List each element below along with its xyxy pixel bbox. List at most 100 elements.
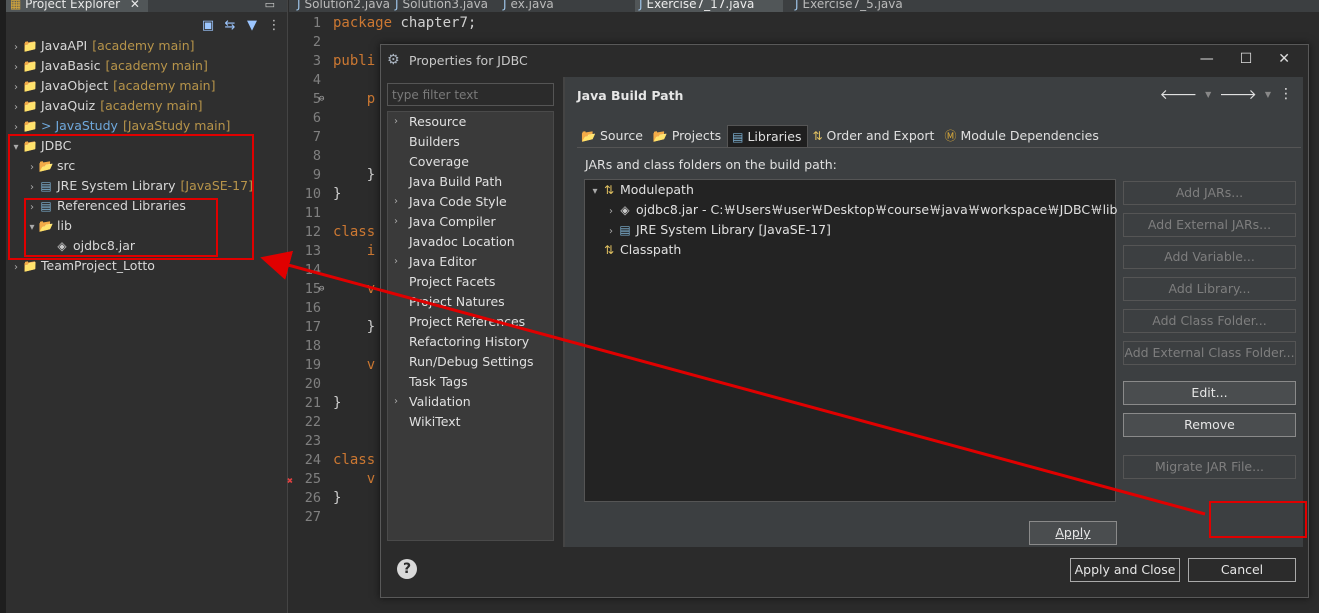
chevron-right-icon[interactable]: ›: [605, 202, 617, 222]
module-icon: Ⓜ: [944, 129, 957, 143]
chevron-down-icon[interactable]: ▾: [589, 182, 601, 202]
minimize-button[interactable]: —: [1200, 51, 1214, 67]
code-line: package chapter7;: [333, 14, 476, 33]
category-item[interactable]: WikiText: [388, 412, 553, 432]
cancel-button[interactable]: Cancel: [1188, 558, 1296, 582]
chevron-down-icon[interactable]: ▼: [1205, 90, 1211, 103]
tree-item[interactable]: › 📁 JavaObject [academy main]: [6, 76, 287, 96]
chevron-right-icon[interactable]: ›: [10, 78, 22, 98]
chevron-down-icon[interactable]: ▼: [1265, 90, 1271, 103]
help-icon[interactable]: ?: [397, 559, 417, 579]
explorer-tab-label: Project Explorer: [25, 0, 121, 11]
jars-label: JARs and class folders on the build path…: [585, 157, 837, 172]
tree-item[interactable]: › 📁 JavaQuiz [academy main]: [6, 96, 287, 116]
gear-icon: ⚙: [387, 52, 400, 68]
category-item[interactable]: Run/Debug Settings: [388, 352, 553, 372]
tree-item[interactable]: › 📁 JavaAPI [academy main]: [6, 36, 287, 56]
chevron-right-icon[interactable]: ›: [394, 392, 398, 412]
category-item[interactable]: Coverage: [388, 152, 553, 172]
add-variable-button[interactable]: Add Variable...: [1123, 245, 1296, 269]
category-label: Builders: [409, 134, 460, 149]
editor-tab[interactable]: J Exercise7_17.java: [635, 0, 783, 12]
apply-and-close-button[interactable]: Apply and Close: [1070, 558, 1180, 582]
close-icon[interactable]: ✕: [130, 0, 140, 11]
tab-order-and-export[interactable]: ⇅ Order and Export: [808, 125, 940, 147]
migrate-jar-file-button[interactable]: Migrate JAR File...: [1123, 455, 1296, 479]
category-item[interactable]: Javadoc Location: [388, 232, 553, 252]
category-item[interactable]: Project References: [388, 312, 553, 332]
remove-button[interactable]: Remove: [1123, 413, 1296, 437]
collapse-all-icon[interactable]: ▣: [200, 18, 216, 33]
add-jars-button[interactable]: Add JARs...: [1123, 181, 1296, 205]
category-item[interactable]: › Java Code Style: [388, 192, 553, 212]
editor-tab[interactable]: J Solution2.java: [293, 0, 390, 12]
chevron-right-icon[interactable]: ›: [605, 222, 617, 242]
category-item[interactable]: › Java Editor: [388, 252, 553, 272]
line-number: 26: [289, 489, 327, 508]
category-label: Java Compiler: [409, 214, 496, 229]
java-file-icon: J: [297, 0, 301, 11]
filter-input[interactable]: [387, 83, 554, 106]
chevron-right-icon[interactable]: ›: [10, 258, 22, 278]
chevron-right-icon[interactable]: ›: [394, 252, 398, 272]
tree-item[interactable]: › 📁 JavaBasic [academy main]: [6, 56, 287, 76]
classpath-entry[interactable]: ▾ ⇅ Modulepath: [585, 180, 1115, 200]
chevron-right-icon[interactable]: ›: [394, 192, 398, 212]
tab-projects[interactable]: 📂 Projects: [649, 125, 727, 147]
classpath-entry[interactable]: › ◈ ojdbc8.jar - C:￦Users￦user￦Desktop￦cou…: [585, 200, 1117, 222]
category-item[interactable]: Refactoring History: [388, 332, 553, 352]
more-options-icon[interactable]: ⋮: [1279, 86, 1293, 103]
chevron-right-icon[interactable]: ›: [10, 38, 22, 58]
category-item[interactable]: Java Build Path: [388, 172, 553, 192]
editor-tab[interactable]: J Exercise7_5.java: [791, 0, 911, 12]
close-button[interactable]: ✕: [1278, 51, 1290, 67]
category-item[interactable]: › Validation: [388, 392, 553, 412]
link-editor-icon[interactable]: ⇆: [222, 18, 238, 33]
chevron-right-icon[interactable]: ›: [10, 98, 22, 118]
line-number: 24: [289, 451, 327, 470]
category-item[interactable]: › Java Compiler: [388, 212, 553, 232]
fold-icon[interactable]: ⊖: [319, 90, 324, 109]
maximize-button[interactable]: ☐: [1240, 51, 1253, 67]
build-path-page: Java Build Path 🡐 ▼ 🡒 ▼ ⋮ 📂 Source 📂 Projec…: [565, 77, 1303, 547]
chevron-right-icon[interactable]: ›: [394, 112, 398, 132]
tree-item[interactable]: › 📁 > JavaStudy [JavaStudy main]: [6, 116, 287, 136]
classpath-tree[interactable]: ▾ ⇅ Modulepath › ◈ ojdbc8.jar - C:￦Users￦user…: [584, 179, 1117, 502]
tab-module-dependencies[interactable]: Ⓜ Module Dependencies: [940, 125, 1104, 147]
category-label: WikiText: [409, 414, 461, 429]
libraries-tab-content: JARs and class folders on the build path…: [577, 147, 1301, 543]
edit-button[interactable]: Edit...: [1123, 381, 1296, 405]
classpath-entry-label: Modulepath: [620, 182, 694, 197]
add-library-button[interactable]: Add Library...: [1123, 277, 1296, 301]
fold-icon[interactable]: ⊖: [319, 280, 324, 299]
classpath-entry[interactable]: ⇅ Classpath: [585, 240, 1115, 260]
category-item[interactable]: › Resource: [388, 112, 553, 132]
category-item[interactable]: Project Natures: [388, 292, 553, 312]
classpath-entry[interactable]: › ▤ JRE System Library [JavaSE-17]: [585, 220, 1115, 240]
line-number-gutter: 1 2 3 4 5 ⊖ 6 7 8 9 10 11 12 13 14 15 ⊖ 16 17 18 19 20 21 22 23 2…: [287, 14, 327, 527]
dialog-titlebar[interactable]: ⚙ Properties for JDBC — ☐ ✕: [381, 45, 1308, 77]
category-item[interactable]: Project Facets: [388, 272, 553, 292]
editor-tab[interactable]: Jex.java: [499, 0, 627, 12]
forward-arrow-icon[interactable]: 🡒: [1219, 86, 1257, 103]
apply-button[interactable]: Apply: [1029, 521, 1117, 545]
line-number: 17: [289, 318, 327, 337]
category-item[interactable]: Builders: [388, 132, 553, 152]
editor-tab[interactable]: J Solution3.java: [391, 0, 491, 12]
back-arrow-icon[interactable]: 🡐: [1160, 86, 1198, 103]
line-number-text: 25: [304, 471, 321, 487]
category-item[interactable]: Task Tags: [388, 372, 553, 392]
add-external-jars-button[interactable]: Add External JARs...: [1123, 213, 1296, 237]
add-class-folder-button[interactable]: Add Class Folder...: [1123, 309, 1296, 333]
minimize-icon[interactable]: ▭: [265, 0, 275, 11]
project-icon: 📁: [22, 99, 38, 113]
chevron-right-icon[interactable]: ›: [10, 58, 22, 78]
tab-source[interactable]: 📂 Source: [577, 125, 649, 147]
project-explorer-tab[interactable]: ▦ Project Explorer ✕: [6, 0, 148, 12]
view-menu-icon[interactable]: ⋮: [266, 18, 282, 33]
tab-libraries[interactable]: ▤ Libraries: [727, 125, 809, 147]
code-text: }: [333, 167, 376, 183]
chevron-right-icon[interactable]: ›: [394, 212, 398, 232]
filter-icon[interactable]: ▼: [244, 18, 260, 33]
add-external-class-folder-button[interactable]: Add External Class Folder...: [1123, 341, 1296, 365]
